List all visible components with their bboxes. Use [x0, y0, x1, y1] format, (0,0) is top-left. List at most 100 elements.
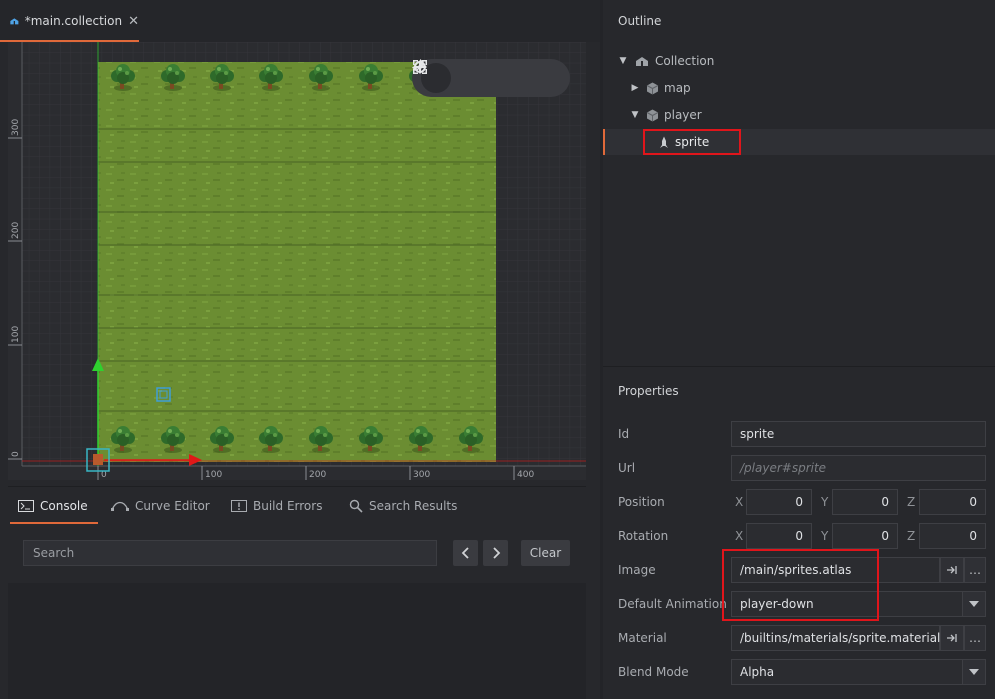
chevron-right-icon — [492, 547, 500, 559]
outline-panel: Outline ▼ Collection ▶ map ▼ player spri… — [603, 0, 995, 366]
open-resource-button[interactable] — [940, 557, 964, 583]
right-panel: Outline ▼ Collection ▶ map ▼ player spri… — [603, 0, 995, 699]
rotation-z-field[interactable]: 0 — [919, 523, 986, 549]
sprite-icon — [658, 136, 670, 149]
default-animation-label: Default Animation — [618, 597, 727, 611]
material-label: Material — [618, 631, 667, 645]
collapsed-arrow-icon[interactable]: ▶ — [630, 83, 640, 93]
ruler-y-label: 300 — [11, 119, 21, 136]
console-toolbar: Clear — [8, 525, 586, 583]
open-resource-icon — [947, 566, 957, 574]
game-object-icon — [646, 82, 659, 95]
id-field[interactable]: sprite — [731, 421, 986, 447]
ruler-x-label: 200 — [309, 470, 326, 480]
close-tab-icon[interactable]: ✕ — [128, 14, 139, 29]
position-z-axis-label: Z — [907, 495, 916, 509]
tree-item-label: map — [664, 81, 691, 95]
default-animation-dropdown[interactable]: player-down — [731, 591, 964, 617]
url-field: /player#sprite — [731, 455, 986, 481]
tree-item-label: player — [664, 108, 702, 122]
bottom-panel-tabs: Console Curve Editor Build Errors Search… — [8, 486, 586, 524]
game-object-icon — [646, 109, 659, 122]
outline-title: Outline — [618, 14, 662, 28]
tree-item-label: sprite — [675, 135, 710, 149]
next-button[interactable] — [483, 540, 508, 566]
chevron-left-icon — [461, 547, 469, 559]
tab-search-results-label: Search Results — [369, 498, 458, 513]
ruler-y-label: 200 — [11, 222, 21, 239]
ruler-x-label: 100 — [205, 470, 222, 480]
blend-mode-dropdown-arrow[interactable] — [962, 659, 986, 685]
scene-canvas: 30020010000 100 200 300 400 — [8, 42, 586, 480]
id-label: Id — [618, 427, 630, 441]
clear-button[interactable]: Clear — [521, 540, 570, 566]
editor-area: *main.collection ✕ 300 200 100 0 0 100 2… — [0, 0, 600, 699]
position-label: Position — [618, 495, 665, 509]
horizontal-ruler — [8, 466, 586, 480]
material-field[interactable]: /builtins/materials/sprite.material — [731, 625, 940, 651]
console-icon — [18, 499, 34, 512]
rotation-z-axis-label: Z — [907, 529, 916, 543]
position-x-axis-label: X — [735, 495, 744, 509]
console-panel: Clear — [8, 525, 586, 699]
chevron-down-icon — [969, 601, 979, 607]
camera-reset-button[interactable] — [412, 61, 561, 93]
expanded-arrow-icon[interactable]: ▼ — [618, 56, 628, 66]
tab-console[interactable]: Console — [10, 487, 98, 524]
camera-reset-icon — [412, 61, 426, 73]
ruler-y-label: 0 — [11, 451, 21, 457]
rotation-x-field[interactable]: 0 — [746, 523, 812, 549]
ruler-y-label: 100 — [11, 326, 21, 343]
tab-build-errors[interactable]: Build Errors — [231, 487, 322, 524]
tab-curve-editor[interactable]: Curve Editor — [111, 487, 210, 524]
browse-material-button[interactable]: … — [964, 625, 986, 651]
rotation-label: Rotation — [618, 529, 669, 543]
tab-main-collection[interactable]: *main.collection ✕ — [0, 0, 139, 42]
rotation-y-field[interactable]: 0 — [832, 523, 898, 549]
tab-search-results[interactable]: Search Results — [349, 487, 457, 524]
rotate-tool-button[interactable] — [414, 59, 488, 93]
url-label: Url — [618, 461, 636, 475]
collection-icon — [634, 55, 650, 67]
properties-panel: Properties Id sprite Url /player#sprite … — [603, 366, 995, 699]
default-animation-dropdown-arrow[interactable] — [962, 591, 986, 617]
tree-item-collection[interactable]: ▼ Collection — [603, 48, 995, 74]
tab-build-errors-label: Build Errors — [253, 498, 323, 513]
open-material-button[interactable] — [940, 625, 964, 651]
rotation-y-axis-label: Y — [821, 529, 829, 543]
tree-item-label: Collection — [655, 54, 715, 68]
tree-item-map[interactable]: ▶ map — [603, 75, 995, 101]
scale-tool-button[interactable] — [413, 60, 524, 93]
build-errors-icon — [231, 499, 247, 512]
position-z-field[interactable]: 0 — [919, 489, 986, 515]
properties-title: Properties — [618, 384, 679, 398]
expanded-arrow-icon[interactable]: ▼ — [630, 110, 640, 120]
scene-viewport[interactable]: 300 200 100 0 0 100 200 300 400 — [8, 42, 586, 480]
tab-title: *main.collection — [24, 14, 123, 28]
previous-button[interactable] — [453, 540, 478, 566]
blend-mode-dropdown[interactable]: Alpha — [731, 659, 964, 685]
image-field[interactable]: /main/sprites.atlas — [731, 557, 940, 583]
chevron-down-icon — [969, 669, 979, 675]
browse-resource-button[interactable]: … — [964, 557, 986, 583]
position-y-axis-label: Y — [821, 495, 829, 509]
document-tab-bar: *main.collection ✕ — [0, 0, 600, 42]
curve-icon — [111, 501, 129, 511]
player-sprite[interactable] — [93, 454, 103, 465]
search-icon — [349, 499, 363, 513]
position-y-field[interactable]: 0 — [832, 489, 898, 515]
tree-item-sprite[interactable]: sprite — [603, 129, 995, 155]
position-x-field[interactable]: 0 — [746, 489, 812, 515]
ruler-x-label: 300 — [413, 470, 430, 480]
open-resource-icon — [947, 634, 957, 642]
console-search-input[interactable] — [23, 540, 437, 566]
tree-item-player[interactable]: ▼ player — [603, 102, 995, 128]
ruler-x-label: 400 — [517, 470, 534, 480]
collection-icon — [10, 18, 19, 25]
scene-toolbar — [412, 59, 570, 97]
tab-curve-editor-label: Curve Editor — [135, 498, 210, 513]
blend-mode-label: Blend Mode — [618, 665, 689, 679]
map-tiles — [98, 62, 496, 462]
vertical-ruler — [8, 42, 22, 466]
image-label: Image — [618, 563, 656, 577]
